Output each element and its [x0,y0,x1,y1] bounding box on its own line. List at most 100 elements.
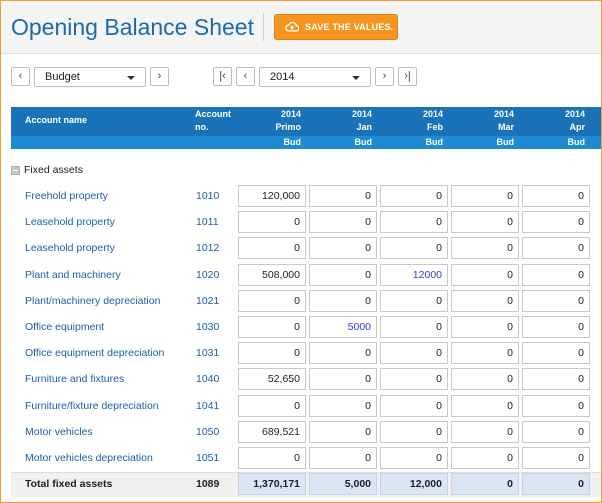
value-input[interactable]: 0 [309,185,377,207]
collapse-icon[interactable] [11,165,20,175]
value-input[interactable]: 5000 [309,316,377,338]
value-input[interactable]: 0 [451,395,519,417]
value-input[interactable]: 0 [522,316,590,338]
value-input[interactable]: 0 [380,237,448,259]
value-input[interactable]: 0 [380,447,448,469]
col-period-label: Primo [275,122,301,132]
value-input[interactable]: 0 [522,421,590,443]
account-name-link[interactable]: Freehold property [25,190,108,202]
account-name-link[interactable]: Office equipment [25,321,104,333]
top-bar: Opening Balance Sheet SAVE THE VALUES. [1,1,601,54]
value-input[interactable]: 0 [238,342,306,364]
col-period-year: 2014 [564,109,585,119]
prev-year-button[interactable]: ‹ [236,67,255,86]
account-name-link[interactable]: Office equipment depreciation [25,347,164,359]
value-input[interactable]: 0 [522,264,590,286]
value-input[interactable]: 0 [451,264,519,286]
last-year-button[interactable]: ›| [398,67,417,86]
col-period-bud: Bud [354,137,373,147]
value-input[interactable]: 120,000 [238,185,306,207]
col-period-bud: Bud [567,137,586,147]
col-period-year: 2014 [493,109,514,119]
value-input[interactable]: 0 [380,185,448,207]
value-input[interactable]: 0 [522,211,590,233]
cloud-upload-icon [285,21,299,32]
value-input[interactable]: 0 [309,342,377,364]
value-input[interactable]: 0 [522,185,590,207]
col-period-label: Feb [426,122,443,132]
value-input[interactable]: 0 [451,316,519,338]
value-input[interactable]: 0 [451,447,519,469]
value-input[interactable]: 0 [451,237,519,259]
col-account-no-line2: no. [195,122,209,132]
account-name-link[interactable]: Furniture and fixtures [25,373,124,385]
value-input[interactable]: 508,000 [238,264,306,286]
value-input[interactable]: 0 [522,237,590,259]
value-input[interactable]: 0 [309,368,377,390]
account-name-link[interactable]: Leasehold property [25,216,115,228]
chevron-right-icon: › [157,70,162,82]
value-input[interactable]: 0 [309,211,377,233]
value-input[interactable]: 12000 [380,264,448,286]
value-input[interactable]: 0 [451,211,519,233]
value-input[interactable]: 0 [309,237,377,259]
total-value: 5,000 [309,473,377,495]
value-input[interactable]: 52,650 [238,368,306,390]
value-input[interactable]: 0 [451,342,519,364]
chevron-down-icon [127,76,135,80]
value-input[interactable]: 0 [380,421,448,443]
chevron-left-icon: ‹ [18,70,23,82]
year-select-value: 2014 [270,71,295,83]
value-input[interactable]: 0 [238,395,306,417]
col-period-bud: Bud [425,137,444,147]
next-scenario-button[interactable]: › [150,67,169,86]
value-input[interactable]: 689,521 [238,421,306,443]
save-values-button[interactable]: SAVE THE VALUES. [274,14,398,40]
value-input[interactable]: 0 [380,395,448,417]
value-input[interactable]: 0 [522,395,590,417]
value-input[interactable]: 0 [522,342,590,364]
value-input[interactable]: 0 [451,421,519,443]
total-value: 0 [522,473,590,495]
account-name-link[interactable]: Motor vehicles depreciation [25,452,153,464]
value-input[interactable]: 0 [309,290,377,312]
col-period-year: 2014 [422,109,443,119]
value-input[interactable]: 0 [309,421,377,443]
value-input[interactable]: 0 [451,368,519,390]
account-name-link[interactable]: Plant and machinery [25,269,121,281]
value-input[interactable]: 0 [451,185,519,207]
account-name-link[interactable]: Leasehold property [25,242,115,254]
year-select[interactable]: 2014 [259,67,371,87]
value-input[interactable]: 0 [238,447,306,469]
section-fixed-assets[interactable]: Fixed assets [11,164,83,176]
account-no: 1012 [196,242,220,254]
value-input[interactable]: 0 [309,395,377,417]
value-input[interactable]: 0 [380,290,448,312]
total-value: 1,370,171 [238,473,306,495]
scenario-select[interactable]: Budget [34,67,146,87]
prev-scenario-button[interactable]: ‹ [11,67,30,86]
account-no: 1010 [196,190,220,202]
value-input[interactable]: 0 [309,447,377,469]
value-input[interactable]: 0 [522,290,590,312]
value-input[interactable]: 0 [380,368,448,390]
value-input[interactable]: 0 [522,447,590,469]
account-name-link[interactable]: Plant/machinery depreciation [25,295,160,307]
value-input[interactable]: 0 [380,211,448,233]
account-name-link[interactable]: Motor vehicles [25,426,93,438]
value-input[interactable]: 0 [380,342,448,364]
account-no: 1011 [196,216,219,228]
value-input[interactable]: 0 [522,368,590,390]
value-input[interactable]: 0 [451,290,519,312]
value-input[interactable]: 0 [238,316,306,338]
first-year-button[interactable]: |‹ [213,67,232,86]
value-input[interactable]: 0 [380,316,448,338]
value-input[interactable]: 0 [238,211,306,233]
next-year-button[interactable]: › [375,67,394,86]
value-input[interactable]: 0 [309,264,377,286]
account-name-link[interactable]: Furniture/fixture depreciation [25,400,159,412]
value-input[interactable]: 0 [238,290,306,312]
account-no: 1021 [196,295,220,307]
value-input[interactable]: 0 [238,237,306,259]
account-no: 1031 [196,347,220,359]
